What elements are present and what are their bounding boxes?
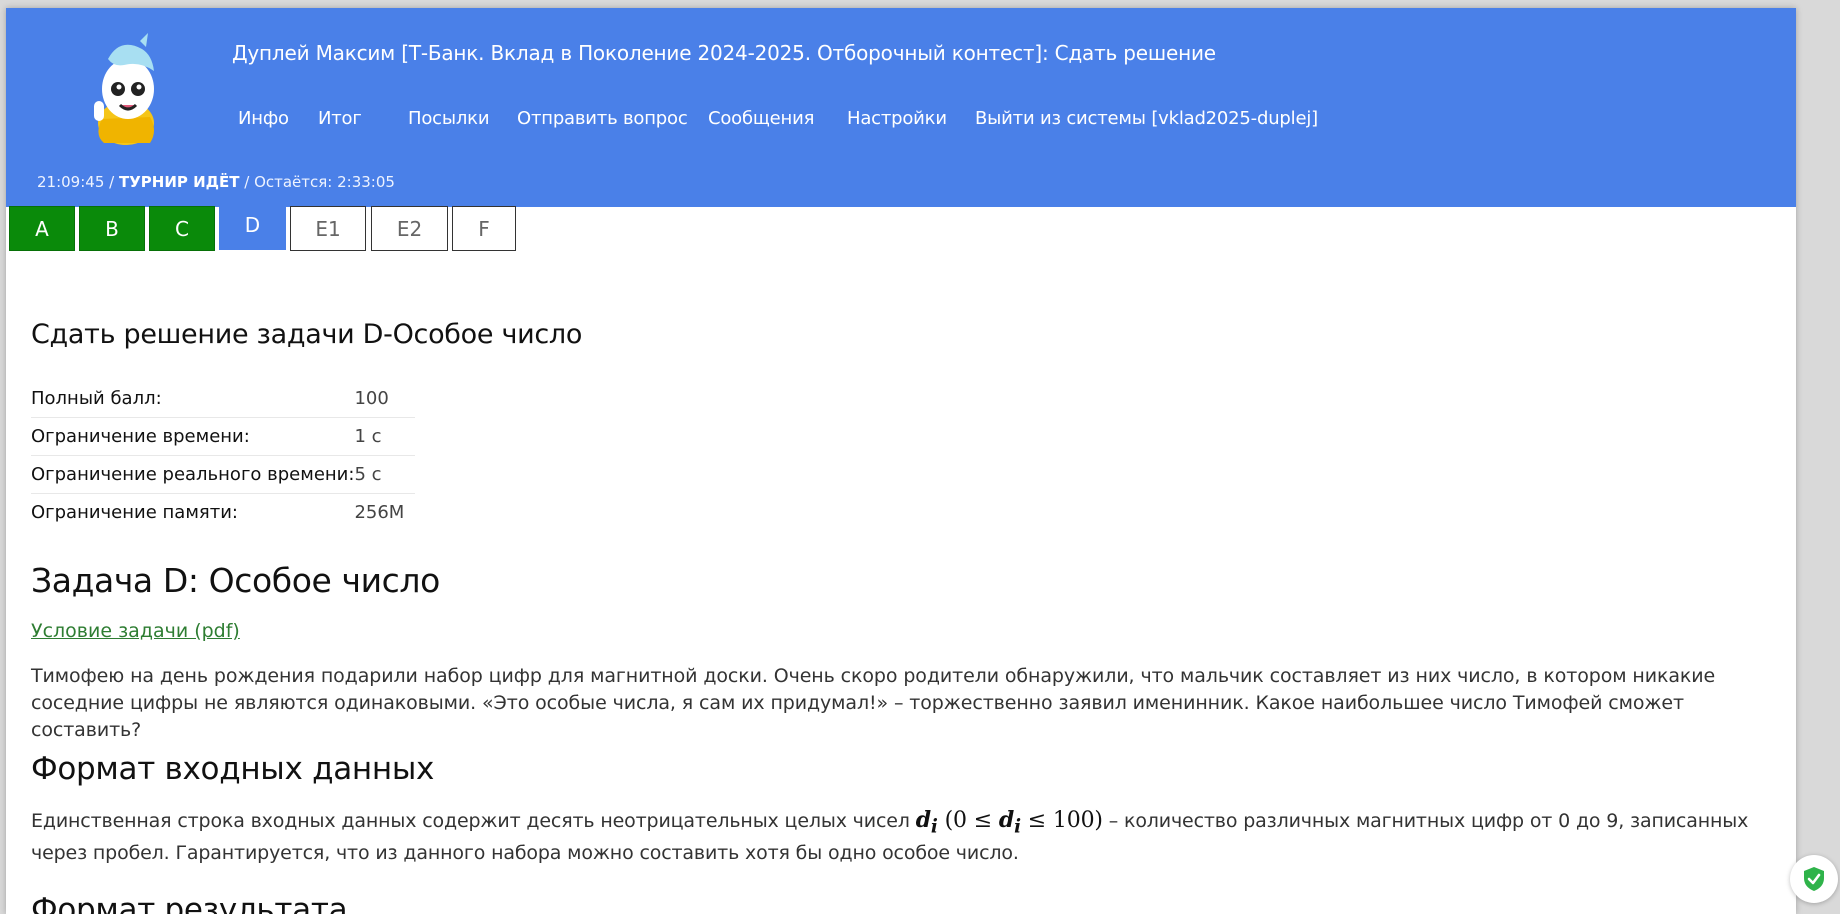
tab-problem-a[interactable]: A [9, 206, 75, 251]
page: Дуплей Максим [Т-Банк. Вклад в Поколение… [6, 8, 1796, 914]
math-formula: di (0 ≤ di ≤ 100) [915, 807, 1103, 837]
menu-submissions[interactable]: Посылки [408, 108, 490, 129]
shield-check-icon [1804, 867, 1824, 891]
tab-problem-e2[interactable]: E2 [371, 206, 448, 251]
math-range-open: (0 ≤ [937, 808, 999, 833]
header: Дуплей Максим [Т-Банк. Вклад в Поколение… [6, 8, 1796, 207]
menu-messages[interactable]: Сообщения [708, 108, 814, 129]
math-sub: i [1014, 816, 1021, 838]
task-statement: Тимофею на день рождения подарили набор … [31, 665, 1716, 741]
menu-standings[interactable]: Итог [318, 108, 362, 129]
limit-value: 1 с [354, 417, 416, 456]
tab-problem-e1[interactable]: E1 [290, 206, 366, 251]
status-separator: / [104, 173, 119, 191]
input-format-text: Единственная строка входных данных содер… [31, 807, 1791, 867]
security-shield-button[interactable] [1790, 855, 1838, 903]
statement-pdf-link[interactable]: Условие задачи (pdf) [31, 620, 240, 642]
tab-problem-b[interactable]: B [79, 206, 145, 251]
table-row: Ограничение реального времени: 5 с [31, 455, 416, 494]
limit-key: Ограничение времени: [31, 417, 355, 456]
task-title: Задача D: Особое число [31, 561, 440, 600]
limit-key: Полный балл: [31, 380, 355, 418]
limit-value: 256M [354, 502, 405, 523]
table-row: Полный балл: 100 [31, 380, 416, 418]
output-format-heading: Формат результата [31, 892, 348, 914]
math-sub: i [930, 816, 938, 838]
limit-key: Ограничение памяти: [31, 502, 238, 523]
menu-ask-question[interactable]: Отправить вопрос [517, 108, 688, 129]
menu-logout[interactable]: Выйти из системы [vklad2025-duplej] [975, 108, 1318, 129]
limits-table: Полный балл: 100 Ограничение времени: 1 … [31, 380, 416, 532]
limit-value: 5 с [354, 455, 416, 494]
math-var: d [998, 807, 1015, 833]
server-time: 21:09:45 [37, 173, 105, 191]
contest-state: ТУРНИР ИДЁТ [118, 173, 240, 191]
time-remaining: / Остаётся: 2:33:05 [239, 173, 395, 191]
table-row: Ограничение памяти: 256M [31, 494, 415, 532]
input-text-part: Единственная строка входных данных содер… [31, 810, 916, 832]
menu-settings[interactable]: Настройки [847, 108, 947, 129]
tab-problem-c[interactable]: C [149, 206, 215, 251]
page-title: Дуплей Максим [Т-Банк. Вклад в Поколение… [232, 41, 1216, 65]
math-var: d [915, 807, 931, 833]
submit-heading: Сдать решение задачи D-Особое число [31, 319, 583, 350]
limit-key: Ограничение реального времени: [31, 455, 355, 494]
mascot-logo-icon [94, 33, 154, 145]
table-row: Ограничение времени: 1 с [31, 417, 416, 456]
input-format-heading: Формат входных данных [31, 751, 435, 787]
tab-problem-d[interactable]: D [219, 206, 286, 250]
contest-status: 21:09:45 / ТУРНИР ИДЁТ / Остаётся: 2:33:… [37, 173, 395, 191]
tab-problem-f[interactable]: F [452, 206, 516, 251]
menu-info[interactable]: Инфо [238, 108, 289, 129]
limit-value: 100 [354, 380, 416, 418]
math-range-close: ≤ 100) [1020, 808, 1103, 833]
